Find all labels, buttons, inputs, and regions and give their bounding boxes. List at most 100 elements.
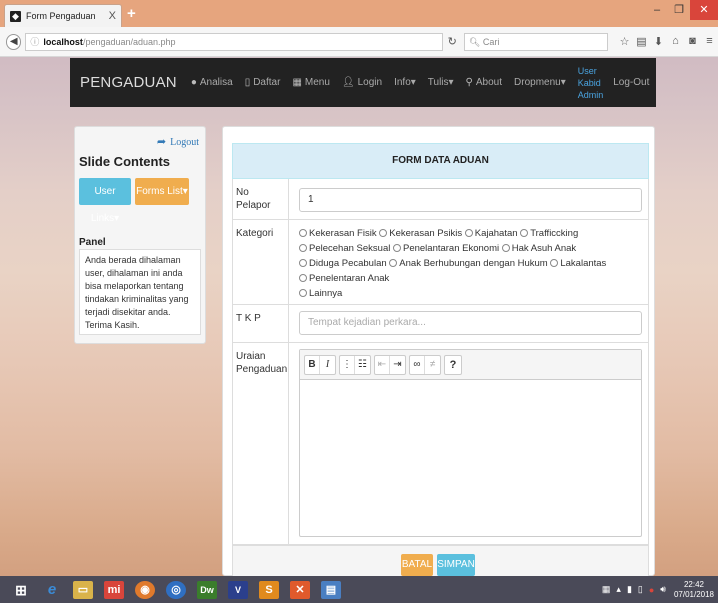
- navbar-brand[interactable]: PENGADUAN: [80, 74, 177, 91]
- user-links-button[interactable]: User Links▾: [79, 178, 131, 224]
- radio-option[interactable]: Kekerasan Fisik: [299, 228, 377, 239]
- close-icon[interactable]: ✕: [690, 0, 718, 20]
- radio-circle-icon: [501, 244, 510, 252]
- tkp-input[interactable]: Tempat kejadian perkara...: [299, 311, 642, 335]
- sidebar-logout-link[interactable]: ➦ Logout: [157, 135, 199, 148]
- ordered-list-icon[interactable]: ⋮: [340, 355, 355, 374]
- nav-item-tulis[interactable]: Tulis▾: [428, 77, 454, 88]
- info-icon[interactable]: ⓘ: [30, 35, 39, 48]
- radio-circle-icon: [299, 229, 307, 237]
- nav-item-info[interactable]: Info▾: [394, 77, 416, 88]
- no-pelapor-input[interactable]: 1: [299, 188, 642, 212]
- radio-option[interactable]: Lakalantas: [550, 258, 606, 269]
- kategori-radio-group: Kekerasan Fisik Kekerasan Psikis Kajahat…: [299, 226, 642, 301]
- user-links-stack: User Kabid Admin: [578, 65, 604, 101]
- unordered-list-icon[interactable]: ☷: [355, 356, 370, 374]
- radio-option[interactable]: Penelentaran Anak: [299, 273, 389, 284]
- uraian-textarea[interactable]: [300, 380, 641, 536]
- tab-title: Form Pengaduan: [26, 11, 96, 21]
- radio-option[interactable]: Trafficcking: [520, 228, 578, 239]
- radio-option[interactable]: Diduga Pecabulan: [299, 258, 387, 269]
- alert-icon[interactable]: ●: [649, 585, 654, 595]
- firefox-icon[interactable]: ◉: [135, 580, 155, 599]
- panel-title: Panel: [79, 237, 106, 248]
- nav-item-login[interactable]: 👤︎ Login: [342, 77, 382, 88]
- tray-arrow-icon[interactable]: ▴: [616, 584, 621, 595]
- volume-icon[interactable]: 🔊︎: [660, 584, 666, 595]
- radio-circle-icon: [392, 244, 401, 252]
- radio-option[interactable]: Kekerasan Psikis: [379, 228, 462, 239]
- reading-list-icon[interactable]: ▤: [633, 35, 650, 48]
- unlink-icon[interactable]: ≠: [425, 356, 440, 374]
- windows-taskbar: ⊞ e ▭ mi ◉ ◎ Dw V S ✕ ▤ ▦ ▴ ▮ ▯ ● 🔊︎ 22:…: [0, 576, 718, 603]
- system-tray: ▦ ▴ ▮ ▯ ● 🔊︎ 22:42 07/01/2018: [596, 576, 714, 603]
- back-icon[interactable]: ◀: [6, 33, 22, 50]
- url-input[interactable]: ⓘ localhost /pengaduan/aduan.php: [25, 32, 443, 51]
- help-icon[interactable]: ?: [444, 354, 462, 375]
- italic-icon[interactable]: I: [320, 356, 335, 374]
- nav-link-admin[interactable]: Admin: [578, 89, 604, 101]
- notepad-icon[interactable]: ▤: [321, 580, 341, 599]
- bookmark-star-icon[interactable]: ☆: [616, 35, 633, 48]
- dreamweaver-icon[interactable]: Dw: [197, 580, 217, 599]
- xampp-icon[interactable]: ✕: [290, 580, 310, 599]
- row-kategori: Kategori Kekerasan Fisik Kekerasan Psiki…: [232, 220, 649, 305]
- nav-link-user[interactable]: User: [578, 65, 604, 77]
- clock[interactable]: 22:42 07/01/2018: [674, 580, 714, 600]
- radio-option[interactable]: Lainnya: [299, 288, 342, 299]
- radio-option[interactable]: Hak Asuh Anak: [501, 243, 576, 254]
- clock-date: 07/01/2018: [673, 589, 714, 599]
- windows-start-icon[interactable]: ⊞: [11, 581, 31, 599]
- nav-item-analisa[interactable]: ● Analisa: [191, 77, 233, 88]
- mi-app-icon[interactable]: mi: [104, 580, 124, 599]
- outdent-icon[interactable]: ⇤: [375, 355, 390, 374]
- radio-circle-icon: [379, 229, 388, 237]
- file-explorer-icon[interactable]: ▭: [73, 580, 93, 599]
- tab-close-button[interactable]: X: [109, 10, 116, 22]
- site-navbar: PENGADUAN ● Analisa ▯ Daftar ▦ Menu 👤︎ Login…: [70, 58, 656, 107]
- download-icon[interactable]: ⬇: [650, 35, 667, 48]
- uraian-editor: B I ⋮ ☷ ⇤ ⇥ ∞ ≠ ?: [299, 349, 642, 537]
- format-group: B I: [304, 354, 336, 375]
- network-icon[interactable]: ▮: [627, 584, 632, 595]
- link-icon[interactable]: ∞: [410, 355, 425, 374]
- nav-item-daftar[interactable]: ▯ Daftar: [245, 77, 281, 88]
- visio-icon[interactable]: V: [228, 580, 248, 599]
- list-group: ⋮ ☷: [339, 354, 371, 375]
- minimize-icon[interactable]: –: [646, 0, 668, 20]
- forms-list-button[interactable]: Forms List▾: [135, 178, 189, 205]
- pocket-icon[interactable]: ◙: [684, 35, 701, 48]
- restore-icon[interactable]: ❐: [668, 0, 690, 20]
- panel-body: Anda berada dihalaman user, dihalaman in…: [79, 249, 201, 335]
- internet-explorer-icon[interactable]: e: [42, 581, 62, 599]
- nav-item-about[interactable]: ⚲ About: [466, 77, 502, 88]
- url-host: localhost: [43, 36, 83, 47]
- simpan-button[interactable]: SIMPAN: [437, 554, 475, 576]
- nav-item-dropmenu[interactable]: Dropmenu▾: [514, 77, 566, 88]
- radio-option[interactable]: Pelecehan Seksual: [299, 243, 390, 254]
- nav-item-logout[interactable]: Log-Out: [613, 77, 649, 88]
- radio-option[interactable]: Penelantaran Ekonomi: [392, 243, 499, 254]
- sidebar-title: Slide Contents: [79, 154, 171, 169]
- favicon-icon: ◆: [10, 10, 21, 22]
- sublime-text-icon[interactable]: S: [259, 580, 279, 599]
- radio-option[interactable]: Anak Berhubungan dengan Hukum: [389, 258, 548, 269]
- browser-tab-bar: ◆ Form Pengaduan X + – ❐ ✕: [0, 0, 718, 27]
- search-input[interactable]: 🔍︎ Cari: [463, 32, 608, 51]
- menu-icon[interactable]: ≡: [701, 35, 718, 48]
- nav-item-menu[interactable]: ▦ Menu: [292, 77, 329, 88]
- chrome-icon[interactable]: ◎: [166, 580, 186, 599]
- keyboard-icon[interactable]: ▦: [602, 584, 611, 595]
- new-tab-button[interactable]: +: [127, 5, 136, 22]
- indent-icon[interactable]: ⇥: [390, 356, 405, 374]
- form-footer: BATAL SIMPAN: [232, 545, 649, 577]
- home-icon[interactable]: ⌂: [667, 35, 684, 48]
- browser-tab[interactable]: ◆ Form Pengaduan X: [4, 4, 122, 27]
- batal-button[interactable]: BATAL: [401, 554, 433, 576]
- form-header: FORM DATA ADUAN: [232, 143, 649, 179]
- bold-icon[interactable]: B: [305, 355, 320, 374]
- radio-option[interactable]: Kajahatan: [464, 228, 518, 239]
- reload-icon[interactable]: ↻: [445, 35, 460, 48]
- nav-link-kabid[interactable]: Kabid: [578, 77, 604, 89]
- battery-icon[interactable]: ▯: [638, 584, 643, 595]
